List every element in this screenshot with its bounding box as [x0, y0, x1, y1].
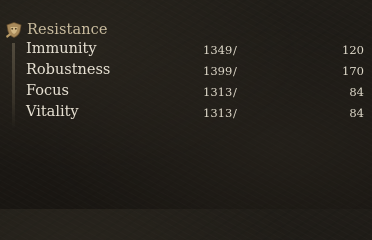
attribute-row-vitality[interactable]: Vitality 1313 / 84: [0, 103, 372, 124]
attribute-name: Focus: [26, 83, 69, 99]
section-title: Resistance: [27, 22, 108, 38]
attribute-row-immunity[interactable]: Immunity 1349 / 120: [0, 40, 372, 61]
attribute-value: 1313: [203, 106, 233, 120]
attribute-requirement: 84: [349, 106, 364, 120]
attribute-name: Immunity: [26, 41, 97, 57]
shield-helmet-icon: [4, 20, 24, 40]
resistance-panel: Resistance Immunity 1349 / 120 Robustnes…: [0, 0, 372, 209]
attribute-row-robustness[interactable]: Robustness 1399 / 170: [0, 61, 372, 82]
attribute-separator: /: [233, 106, 237, 120]
attribute-row-focus[interactable]: Focus 1313 / 84: [0, 82, 372, 103]
attribute-requirement: 170: [342, 64, 364, 78]
attribute-value: 1399: [203, 64, 233, 78]
attribute-requirement: 84: [349, 85, 364, 99]
attribute-separator: /: [233, 64, 237, 78]
attribute-value: 1349: [203, 43, 233, 57]
attribute-name: Robustness: [26, 62, 111, 78]
attribute-requirement: 120: [342, 43, 364, 57]
attribute-value: 1313: [203, 85, 233, 99]
section-header: Resistance: [4, 18, 108, 42]
attribute-separator: /: [233, 85, 237, 99]
attribute-list: Immunity 1349 / 120 Robustness 1399 / 17…: [0, 40, 372, 124]
attribute-name: Vitality: [26, 104, 79, 120]
attribute-separator: /: [233, 43, 237, 57]
